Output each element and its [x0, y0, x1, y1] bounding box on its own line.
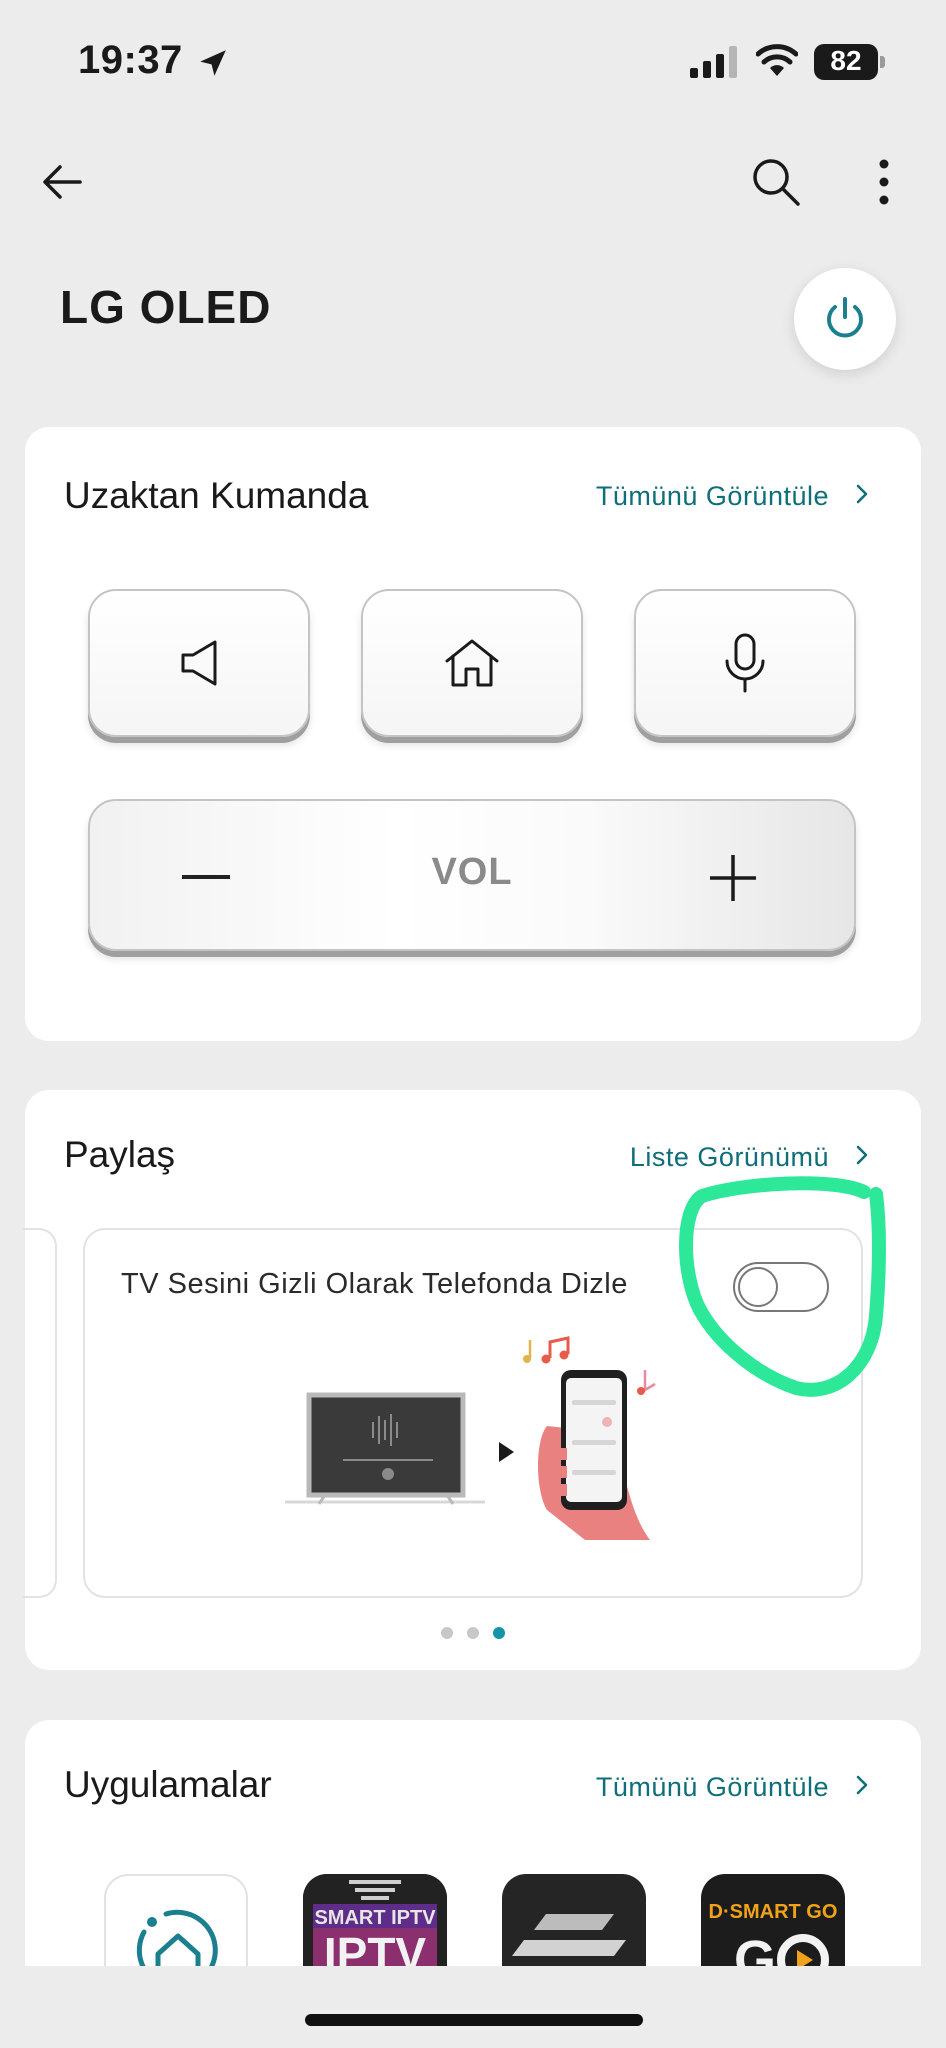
chevron-right-icon	[855, 1772, 869, 1803]
home-icon	[445, 639, 499, 687]
more-options-icon[interactable]	[862, 152, 906, 212]
share-feature-title: TV Sesini Gizli Olarak Telefonda Dizle	[121, 1268, 628, 1300]
volume-up-button[interactable]	[708, 853, 758, 903]
tv-to-phone-illustration	[285, 1336, 656, 1540]
pager-dot-active[interactable]	[493, 1627, 505, 1639]
location-arrow-icon	[200, 50, 226, 76]
device-title: LG OLED	[60, 281, 272, 333]
volume-rocker: VOL	[88, 799, 856, 951]
pager-dot[interactable]	[467, 1627, 479, 1639]
previous-share-card[interactable]	[23, 1228, 57, 1598]
status-time: 19:37	[78, 38, 183, 82]
speaker-icon	[181, 640, 217, 686]
list-view-link[interactable]: Liste Görünümü	[630, 1142, 869, 1173]
apps-card-title: Uygulamalar	[64, 1764, 272, 1805]
home-button[interactable]	[361, 589, 583, 737]
pager-dot[interactable]	[441, 1627, 453, 1639]
chevron-right-icon	[855, 1142, 869, 1173]
remote-card-title: Uzaktan Kumanda	[64, 475, 369, 516]
list-view-label: Liste Görünümü	[629, 1142, 829, 1172]
apps-view-all-label: Tümünü Görüntüle	[595, 1772, 829, 1802]
highlight-annotation	[679, 1176, 886, 1397]
battery-level: 82	[830, 45, 862, 76]
back-arrow-icon[interactable]	[36, 154, 92, 210]
voice-button[interactable]	[634, 589, 856, 737]
remote-view-all-link[interactable]: Tümünü Görüntüle	[596, 481, 869, 512]
remote-control-card: Uzaktan Kumanda Tümünü Görüntüle VOL	[25, 427, 921, 1041]
home-indicator[interactable]	[305, 2014, 643, 2026]
bottom-fade	[0, 1966, 946, 2048]
power-button[interactable]	[794, 268, 896, 370]
mute-button[interactable]	[88, 589, 310, 737]
search-icon[interactable]	[746, 152, 806, 212]
microphone-icon	[725, 633, 765, 693]
power-icon	[827, 297, 863, 338]
dsmart-go-logo-text: D·SMART GO	[709, 1901, 838, 1923]
chevron-right-icon	[855, 481, 869, 512]
remote-view-all-label: Tümünü Görüntüle	[595, 481, 829, 511]
smart-iptv-logo-text: SMART IPTV	[314, 1907, 436, 1929]
status-bar: 19:37 82	[0, 0, 946, 120]
battery-icon: 82	[814, 44, 886, 80]
apps-view-all-link[interactable]: Tümünü Görüntüle	[596, 1772, 869, 1803]
share-card-title: Paylaş	[64, 1134, 176, 1175]
wifi-icon	[756, 44, 798, 76]
carousel-pager	[25, 1626, 921, 1644]
cellular-signal-icon	[690, 46, 737, 78]
